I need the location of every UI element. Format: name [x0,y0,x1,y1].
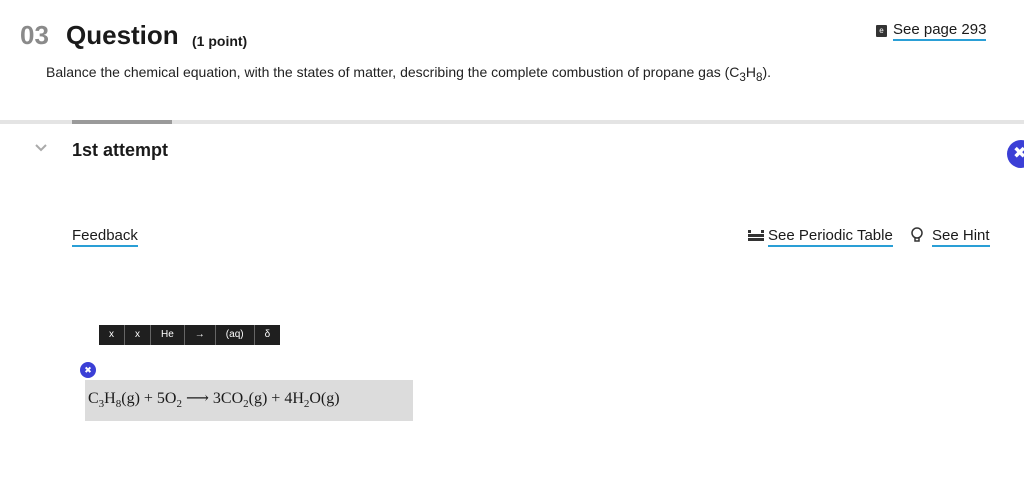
lightbulb-icon [910,227,924,247]
answer-equation: C3H8(g) + 5O2 ⟶ 3CO2(g) + 4H2O(g) [88,390,340,411]
divider-accent [72,120,172,124]
question-number: 03 [20,20,49,50]
arrow-button[interactable]: → [185,325,216,345]
question-title: Question [66,20,179,50]
superscript-button[interactable]: x [99,325,125,345]
question-points: (1 point) [192,33,248,49]
element-button[interactable]: He [151,325,185,345]
feedback-link[interactable]: Feedback [72,227,138,247]
see-page-link[interactable]: e See page 293 [876,21,987,41]
periodic-table-icon [748,228,764,246]
ebook-icon: e [876,25,887,37]
hint-label: See Hint [932,227,990,247]
periodic-table-link[interactable]: See Periodic Table [748,227,893,247]
close-icon[interactable]: ✖ [1007,140,1024,168]
chevron-down-icon[interactable] [34,140,50,156]
attempt-label: 1st attempt [72,140,169,160]
hint-link[interactable]: See Hint [910,227,990,247]
equation-toolbar: x x He → (aq) δ [99,325,281,345]
question-prompt: Balance the chemical equation, with the … [46,64,772,84]
state-button[interactable]: (aq) [216,325,255,345]
delta-button[interactable]: δ [255,325,281,345]
see-page-label: See page 293 [893,21,987,41]
periodic-table-label: See Periodic Table [768,227,893,247]
close-icon[interactable]: ✖ [80,362,96,378]
subscript-button[interactable]: x [125,325,151,345]
